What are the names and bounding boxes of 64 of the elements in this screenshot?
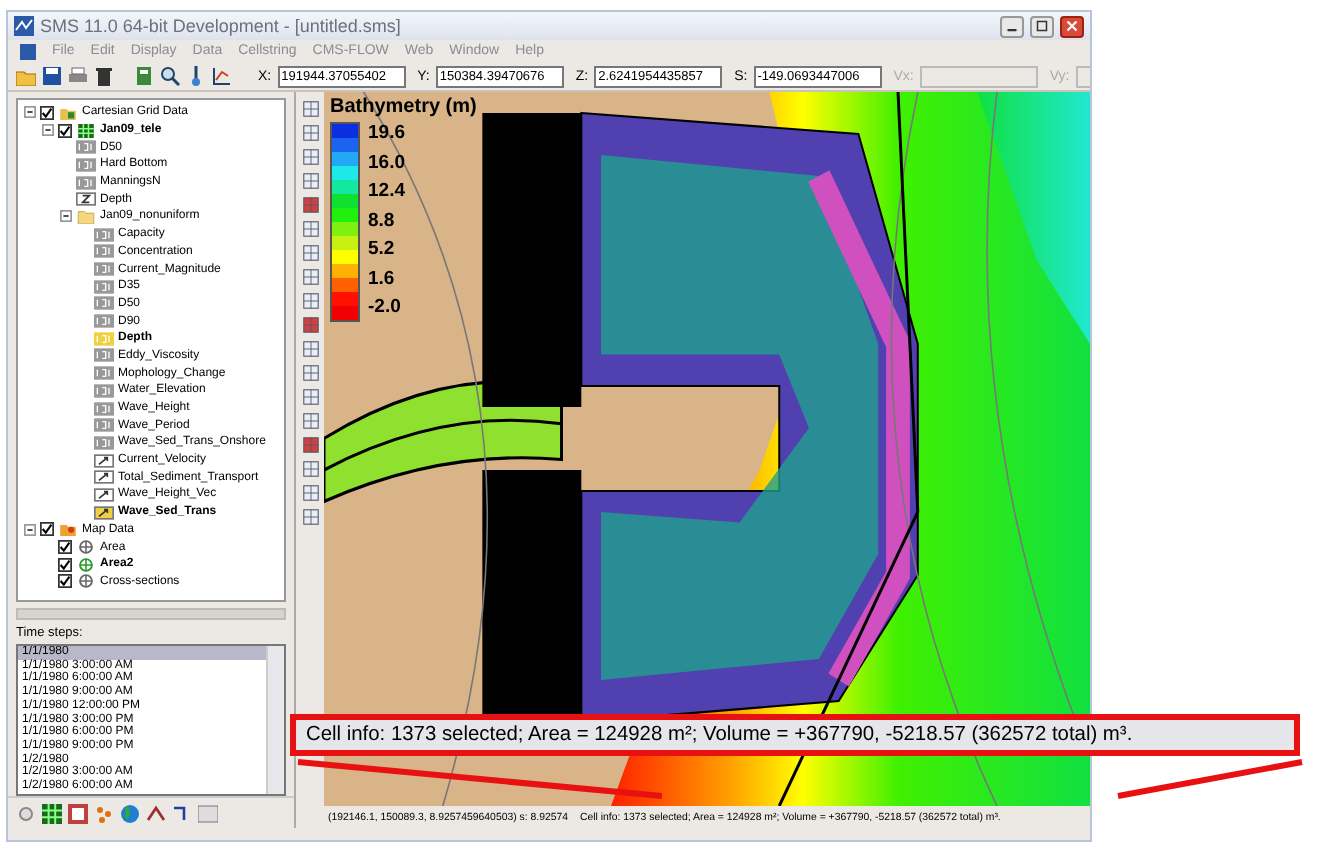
checkbox[interactable] — [58, 557, 72, 572]
legend-label: 12.4 — [368, 180, 405, 202]
legend-label: -2.0 — [368, 296, 403, 318]
collapse-icon[interactable] — [42, 124, 54, 137]
tool-icon[interactable] — [301, 412, 319, 430]
grid-icon[interactable] — [42, 803, 62, 823]
folder-icon — [76, 209, 96, 224]
close-icon — [1066, 20, 1078, 32]
tool-icon[interactable] — [301, 436, 319, 454]
scatter-icon[interactable] — [94, 803, 114, 823]
tool-icon[interactable] — [301, 220, 319, 238]
grid-icon — [76, 123, 96, 138]
tool-icon[interactable] — [301, 172, 319, 190]
tool-icon[interactable] — [301, 364, 319, 382]
close-button[interactable] — [1060, 15, 1084, 37]
tool-icon[interactable] — [301, 148, 319, 166]
globe-icon[interactable] — [120, 803, 140, 823]
checkbox[interactable] — [58, 574, 72, 589]
tool-icon[interactable] — [301, 196, 319, 214]
scalar-dataset-icon — [76, 175, 96, 190]
trash-icon[interactable] — [94, 66, 114, 86]
legend-label: 8.8 — [368, 209, 397, 231]
checkbox[interactable] — [40, 105, 54, 120]
collapse-icon[interactable] — [60, 210, 72, 223]
legend-label: 16.0 — [368, 151, 405, 173]
zoom-icon[interactable] — [160, 66, 180, 86]
maximize-icon — [1036, 20, 1048, 32]
vector-dataset-icon — [94, 505, 114, 520]
z-dataset-icon — [76, 192, 96, 207]
chart-icon[interactable] — [212, 66, 232, 86]
minimize-button[interactable] — [1000, 15, 1024, 37]
tool-icon[interactable] — [301, 460, 319, 478]
tool-icon[interactable] — [301, 244, 319, 262]
tool-icon[interactable] — [301, 268, 319, 286]
tool-icon[interactable] — [16, 803, 36, 823]
tool-icon[interactable] — [301, 124, 319, 142]
tool-icon[interactable] — [301, 340, 319, 358]
collapse-icon[interactable] — [24, 523, 36, 536]
legend-label: 19.6 — [368, 122, 405, 144]
scrollbar[interactable] — [266, 646, 284, 794]
window-title: SMS 11.0 64-bit Development - [untitled.sms] — [40, 16, 401, 36]
calculator-icon[interactable] — [134, 66, 154, 86]
map-icon — [58, 522, 78, 537]
print-icon[interactable] — [68, 66, 88, 86]
app-icon — [14, 16, 34, 36]
coordinate-field[interactable] — [919, 65, 1038, 87]
collapse-icon[interactable] — [24, 106, 36, 119]
tool-icon[interactable] — [301, 292, 319, 310]
tool-icon[interactable] — [301, 508, 319, 526]
folder-grid-icon — [58, 105, 78, 120]
tool-icon[interactable] — [301, 316, 319, 334]
cell-info-callout: Cell info: 1373 selected; Area = 124928 m²; Volume = +367790, -5218.57 (362572 total) m³. — [290, 714, 1300, 756]
tool-icon[interactable] — [301, 484, 319, 502]
checkbox[interactable] — [58, 123, 72, 138]
maximize-button[interactable] — [1030, 15, 1054, 37]
legend-label: 1.6 — [368, 267, 397, 289]
legend-title: Bathymetry (m) — [330, 96, 477, 118]
checkbox[interactable] — [40, 522, 54, 537]
tool-icon[interactable] — [301, 388, 319, 406]
probe-icon[interactable] — [186, 66, 206, 86]
legend-label: 5.2 — [368, 238, 397, 260]
save-icon[interactable] — [42, 66, 62, 86]
tool-icon[interactable] — [301, 100, 319, 118]
checkbox[interactable] — [58, 540, 72, 555]
